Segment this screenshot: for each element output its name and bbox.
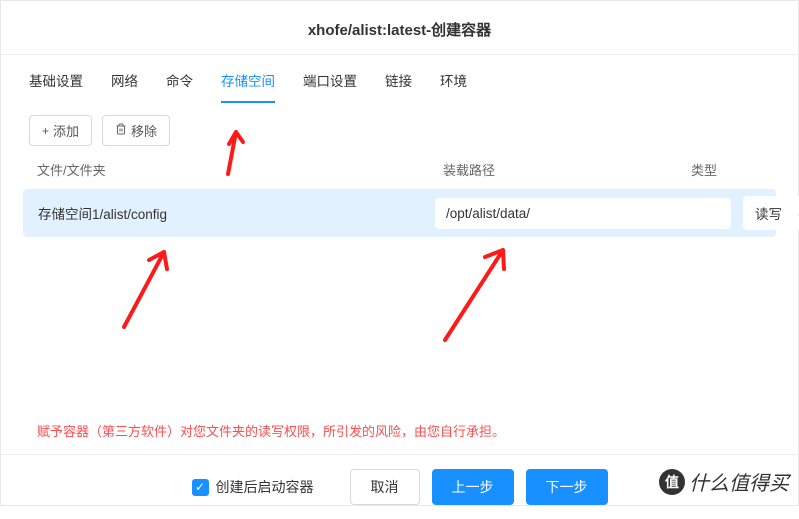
start-after-create-checkbox[interactable]: ✓ 创建后启动容器 xyxy=(192,477,314,497)
trash-icon xyxy=(115,123,127,138)
cell-file: 存储空间1/alist/config xyxy=(33,203,435,223)
annotation-arrows xyxy=(1,237,798,387)
tab-bar: 基础设置 网络 命令 存储空间 端口设置 链接 环境 xyxy=(1,58,798,104)
checkbox-label: 创建后启动容器 xyxy=(216,477,314,497)
warning-text: 赋予容器（第三方软件）对您文件夹的读写权限，所引发的风险，由您自行承担。 xyxy=(1,416,798,454)
table-header: 文件/文件夹 装载路径 类型 xyxy=(1,150,798,189)
footer: ✓ 创建后启动容器 取消 上一步 下一步 xyxy=(1,454,798,519)
col-header-type: 类型 xyxy=(691,160,762,179)
plus-icon: + xyxy=(42,124,49,138)
cancel-button[interactable]: 取消 xyxy=(350,469,420,505)
checkbox-icon: ✓ xyxy=(192,479,209,496)
cell-type: 读写 ⌄ xyxy=(743,196,799,230)
toolbar: + 添加 移除 xyxy=(1,104,798,150)
tab-ports[interactable]: 端口设置 xyxy=(303,58,357,103)
tab-network[interactable]: 网络 xyxy=(111,58,138,103)
prev-button[interactable]: 上一步 xyxy=(432,469,514,505)
col-header-path: 装载路径 xyxy=(443,160,691,179)
tab-env[interactable]: 环境 xyxy=(440,58,467,103)
cell-path xyxy=(435,198,743,229)
add-button[interactable]: + 添加 xyxy=(29,115,92,146)
tab-links[interactable]: 链接 xyxy=(385,58,412,103)
dialog-title: xhofe/alist:latest-创建容器 xyxy=(1,1,798,55)
tab-storage[interactable]: 存储空间 xyxy=(221,58,275,103)
table-row[interactable]: 存储空间1/alist/config 读写 ⌄ xyxy=(23,189,776,237)
tab-basic[interactable]: 基础设置 xyxy=(29,58,83,103)
remove-button[interactable]: 移除 xyxy=(102,115,170,146)
type-select[interactable]: 读写 ⌄ xyxy=(743,196,799,230)
tab-command[interactable]: 命令 xyxy=(166,58,193,103)
mount-path-input[interactable] xyxy=(435,198,731,229)
next-button[interactable]: 下一步 xyxy=(526,469,608,505)
